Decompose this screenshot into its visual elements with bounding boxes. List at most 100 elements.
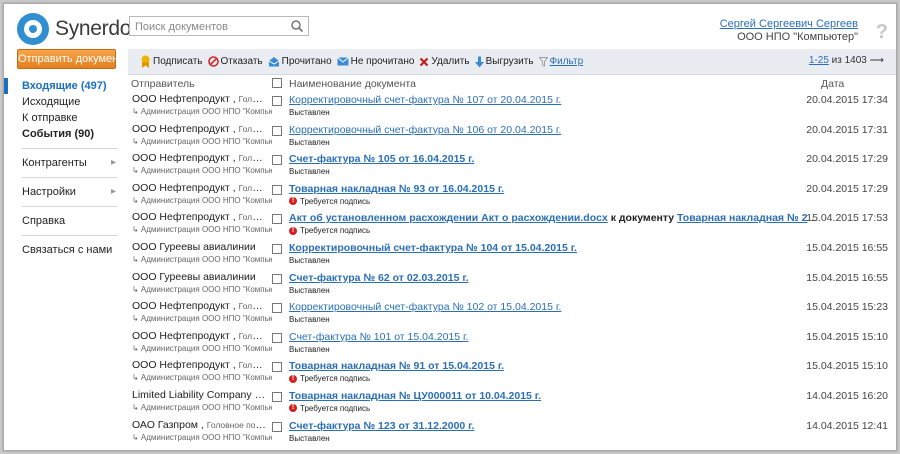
status-text: Требуется подпись [300, 374, 371, 384]
sender-org: ОАО Газпром , Головное подраз... [132, 419, 266, 431]
sender-name: ООО Нефтепродукт , [132, 122, 236, 135]
document-date: 15.04.2015 16:55 [806, 241, 888, 254]
warning-icon: ! [289, 226, 297, 235]
status-text: Выставлен [289, 137, 330, 147]
status-text: Выставлен [289, 285, 330, 295]
document-title: Корректировочный счет-фактура № 104 от 1… [289, 242, 819, 254]
divider [22, 206, 118, 207]
document-link[interactable]: Корректировочный счет-фактура № 107 от 2… [289, 94, 561, 106]
divider [22, 235, 118, 236]
status-text: Требуется подпись [300, 403, 371, 413]
user-name-link[interactable]: Сергей Сергеевич Сергеев [720, 18, 858, 31]
table-row[interactable]: ОАО Газпром , Головное подраз...↳ Админи… [128, 418, 896, 448]
column-header-sender[interactable]: Отправитель [131, 78, 195, 90]
row-checkbox[interactable] [272, 362, 282, 373]
search-icon[interactable] [290, 19, 304, 33]
sender-org: ООО Нефтепродукт , Головной... [132, 300, 266, 312]
reject-button[interactable]: Отказать [207, 56, 263, 67]
table-row[interactable]: ООО Нефтепродукт , Головной...↳ Админист… [128, 358, 896, 388]
table-row[interactable]: ООО Гуреевы авиалинии ↳ Администрация ОО… [128, 240, 896, 270]
sidebar-item-events[interactable]: События (90) [4, 126, 124, 142]
table-row[interactable]: Limited Liability Company "Tes... ↳ Адми… [128, 388, 896, 418]
filter-link[interactable]: Фильтр [538, 56, 583, 67]
document-link[interactable]: Акт об установленном расхождении Акт о р… [289, 212, 608, 224]
document-link[interactable]: Корректировочный счет-фактура № 104 от 1… [289, 242, 577, 254]
sidebar-item-to-send[interactable]: К отправке [4, 110, 124, 126]
document-link[interactable]: Счет-фактура № 101 от 15.04.2015 г. [289, 331, 468, 343]
mark-unread-button[interactable]: Не прочитано [336, 56, 414, 67]
document-title: Корректировочный счет-фактура № 107 от 2… [289, 94, 819, 106]
document-link[interactable]: Счет-фактура № 62 от 02.03.2015 г. [289, 272, 469, 284]
document-title: Счет-фактура № 62 от 02.03.2015 г. [289, 272, 819, 284]
table-row[interactable]: ООО Гуреевы авиалинии ↳ Администрация ОО… [128, 270, 896, 300]
related-document-link[interactable]: Товарная накладная № 26 от 06.10.20... [677, 212, 819, 224]
row-checkbox[interactable] [272, 421, 282, 432]
next-page-arrow-icon[interactable]: ⟶ [870, 55, 884, 66]
mark-read-button[interactable]: Прочитано [268, 56, 332, 67]
table-row[interactable]: ООО Нефтепродукт , Головной...↳ Админист… [128, 151, 896, 181]
row-checkbox[interactable] [272, 303, 282, 314]
sidebar: Входящие (497) Исходящие К отправке Собы… [4, 78, 124, 258]
sidebar-item-contractors[interactable]: Контрагенты ▸ [4, 155, 124, 171]
table-row[interactable]: ООО Нефтепродукт , Головной...↳ Админист… [128, 122, 896, 152]
document-link[interactable]: Счет-фактура № 105 от 16.04.2015 г. [289, 153, 474, 165]
filter-icon [538, 56, 548, 67]
sidebar-item-help[interactable]: Справка [4, 213, 124, 229]
sign-button[interactable]: Подписать [140, 55, 203, 68]
document-link[interactable]: Корректировочный счет-фактура № 102 от 1… [289, 301, 561, 313]
export-button[interactable]: Выгрузить [474, 56, 534, 68]
row-checkbox[interactable] [272, 155, 282, 166]
sender-org: ООО Нефтепродукт , Головной... [132, 359, 266, 371]
document-title: Товарная накладная № 91 от 15.04.2015 г. [289, 360, 819, 372]
document-link[interactable]: Товарная накладная № 93 от 16.04.2015 г. [289, 183, 504, 195]
table-row[interactable]: ООО Нефтепродукт , Головной...↳ Админист… [128, 210, 896, 240]
search-input[interactable] [130, 18, 308, 33]
sidebar-item-outbox[interactable]: Исходящие [4, 94, 124, 110]
page-range-link[interactable]: 1-25 [809, 55, 829, 66]
status-text: Выставлен [289, 433, 330, 443]
row-checkbox[interactable] [272, 391, 282, 402]
document-date: 20.04.2015 17:34 [806, 94, 888, 106]
document-date: 14.04.2015 16:20 [806, 389, 888, 402]
row-checkbox[interactable] [272, 243, 282, 254]
table-row[interactable]: ООО Нефтепродукт , Головной...↳ Админист… [128, 329, 896, 359]
sidebar-item-inbox[interactable]: Входящие (497) [4, 78, 124, 94]
sender-org: ООО Нефтепродукт , Головной... [132, 93, 266, 105]
sender-sub: ↳ Администрация ООО НПО "Компью [132, 343, 272, 353]
document-status: ! Требуется подпись [289, 226, 370, 235]
table-row[interactable]: ООО Нефтепродукт , Головной...↳ Админист… [128, 92, 896, 122]
user-info: Сергей Сергеевич Сергеев ООО НПО "Компью… [720, 18, 858, 44]
document-link[interactable]: Счет-фактура № 123 от 31.12.2000 г. [289, 420, 474, 432]
sender-org: ООО Нефтепродукт , Головной... [132, 182, 266, 194]
sender-sub: ↳ Администрация ООО НПО "Компью [132, 195, 272, 205]
sidebar-item-settings[interactable]: Настройки ▸ [4, 184, 124, 200]
row-checkbox[interactable] [272, 214, 282, 225]
document-status: Выставлен [289, 256, 330, 265]
sender-name: ООО Нефтепродукт , [132, 211, 236, 224]
document-link[interactable]: Товарная накладная № 91 от 15.04.2015 г. [289, 360, 504, 372]
delete-button[interactable]: Удалить [419, 56, 470, 67]
column-header-date[interactable]: Дата [821, 78, 844, 90]
send-document-button[interactable]: Отправить документ [17, 49, 123, 69]
table-row[interactable]: ООО Нефтепродукт , Головной...↳ Админист… [128, 299, 896, 329]
row-checkbox[interactable] [272, 125, 282, 136]
sender-name: ООО Нефтепродукт , [132, 152, 236, 165]
row-checkbox[interactable] [272, 184, 282, 195]
warning-icon: ! [289, 197, 297, 206]
open-envelope-icon [268, 57, 279, 67]
sidebar-item-contact[interactable]: Связаться с нами [4, 242, 124, 258]
table-row[interactable]: ООО Нефтепродукт , Головной...↳ Админист… [128, 181, 896, 211]
row-checkbox[interactable] [272, 96, 282, 106]
document-date: 20.04.2015 17:29 [806, 153, 888, 166]
row-checkbox[interactable] [272, 273, 282, 284]
help-icon[interactable]: ? [876, 21, 888, 44]
document-link[interactable]: Товарная накладная № ЦУ000011 от 10.04.2… [289, 390, 541, 402]
document-status: Выставлен [289, 434, 330, 443]
column-header-name[interactable]: Наименование документа [289, 78, 416, 90]
download-arrow-icon [474, 56, 484, 67]
row-checkbox[interactable] [272, 332, 282, 343]
sender-division: Головной... [238, 330, 266, 341]
select-all-checkbox[interactable] [272, 78, 282, 88]
document-link[interactable]: Корректировочный счет-фактура № 106 от 2… [289, 124, 561, 136]
document-status: Выставлен [289, 167, 330, 176]
